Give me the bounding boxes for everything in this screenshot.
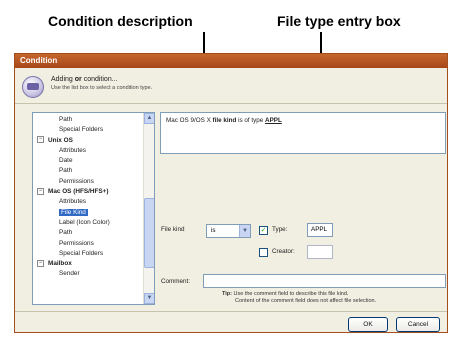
type-field[interactable]: APPL <box>307 223 333 237</box>
operator-value: is <box>211 227 216 234</box>
tree-item[interactable]: Attributes <box>33 146 144 156</box>
dialog-title: Condition <box>15 54 447 68</box>
tip-line-1: Use the comment field to describe this f… <box>233 291 349 297</box>
tip-text: Tip: Use the comment field to describe t… <box>222 291 376 305</box>
condition-type-tree[interactable]: Path Special Folders − Unix OS Attributes Dat… <box>32 112 155 305</box>
tree-item-label: Mac OS (HFS/HFS+) <box>48 188 109 196</box>
tree-item-label: Special Folders <box>59 126 104 134</box>
tree-item-label: Path <box>59 167 73 175</box>
condition-dialog: Condition Adding or condition... Use the… <box>14 53 448 333</box>
tree-item-label: Permissions <box>59 239 94 247</box>
collapse-icon[interactable]: − <box>37 187 44 195</box>
type-checkbox[interactable]: ✓ <box>259 226 268 235</box>
tree-item[interactable]: Path <box>33 166 144 176</box>
creator-checkbox[interactable] <box>259 248 268 257</box>
tree-item-label: Path <box>59 229 73 237</box>
tree-item[interactable]: Attributes <box>33 197 144 207</box>
tree-item[interactable]: Path <box>33 115 144 125</box>
tree-item-label: Path <box>59 116 73 123</box>
ok-button[interactable]: OK <box>348 317 388 332</box>
chevron-down-icon[interactable]: ▼ <box>239 225 250 237</box>
divider <box>15 103 447 104</box>
tip-label: Tip: <box>222 291 232 297</box>
comment-field[interactable] <box>203 274 446 288</box>
header-subtitle: Use the list box to select a condition t… <box>51 85 153 91</box>
tree-group[interactable]: − Mac OS (HFS/HFS+) <box>33 187 144 197</box>
type-label: Type: <box>272 226 288 233</box>
description-bold: file kind <box>212 117 237 124</box>
creator-field[interactable] <box>307 245 333 259</box>
file-kind-label: File kind <box>161 226 185 233</box>
tree-item[interactable]: Permissions <box>33 239 144 249</box>
tree-item-label: Mailbox <box>48 260 72 268</box>
scroll-thumb[interactable] <box>144 198 154 268</box>
tree-list: Path Special Folders − Unix OS Attributes Dat… <box>33 113 144 280</box>
description-prefix: Mac OS 9/OS X <box>166 117 213 124</box>
tree-item[interactable]: Special Folders <box>33 249 144 259</box>
tree-item[interactable]: Special Folders <box>33 125 144 135</box>
collapse-icon[interactable]: − <box>37 259 44 267</box>
tree-item-label: Attributes <box>59 198 86 206</box>
tree-item-label: Attributes <box>59 146 86 154</box>
tree-item[interactable]: File Kind <box>33 208 144 218</box>
callout-file-type-entry-box: File type entry box <box>277 13 401 29</box>
description-middle: is of type <box>236 117 266 124</box>
tree-group[interactable]: − Unix OS <box>33 136 144 146</box>
tree-item-label: Label (Icon Color) <box>59 218 110 226</box>
tree-item[interactable]: Permissions <box>33 177 144 187</box>
tree-item[interactable]: Path <box>33 228 144 238</box>
tree-item-label: Unix OS <box>48 136 73 144</box>
header-title: Adding or condition... <box>51 76 118 83</box>
description-value-link[interactable]: APPL <box>265 117 282 124</box>
operator-select[interactable]: is ▼ <box>206 224 251 238</box>
tree-item-label: Date <box>59 157 73 165</box>
comment-label: Comment: <box>161 278 191 285</box>
tree-item-label: Permissions <box>59 177 94 185</box>
tree-item-label: Special Folders <box>59 249 104 257</box>
condition-icon <box>22 76 44 98</box>
tree-item-label: Sender <box>59 270 80 278</box>
tree-item[interactable]: Sender <box>33 269 144 279</box>
creator-label: Creator: <box>272 248 295 255</box>
divider <box>15 311 447 312</box>
collapse-icon[interactable]: − <box>37 136 44 144</box>
tree-scrollbar[interactable]: ▲ ▼ <box>143 113 154 304</box>
cancel-button[interactable]: Cancel <box>396 317 440 332</box>
tree-item[interactable]: Label (Icon Color) <box>33 218 144 228</box>
callout-condition-description: Condition description <box>48 13 193 29</box>
scroll-up-arrow-icon[interactable]: ▲ <box>144 113 154 124</box>
scroll-down-arrow-icon[interactable]: ▼ <box>144 293 154 304</box>
condition-description-box: Mac OS 9/OS X file kind is of type APPL <box>160 112 446 154</box>
tree-item[interactable]: Date <box>33 156 144 166</box>
tree-item-label: File Kind <box>59 208 88 216</box>
tip-line-2: Content of the comment field does not af… <box>235 298 377 304</box>
tree-group[interactable]: − Mailbox <box>33 259 144 269</box>
